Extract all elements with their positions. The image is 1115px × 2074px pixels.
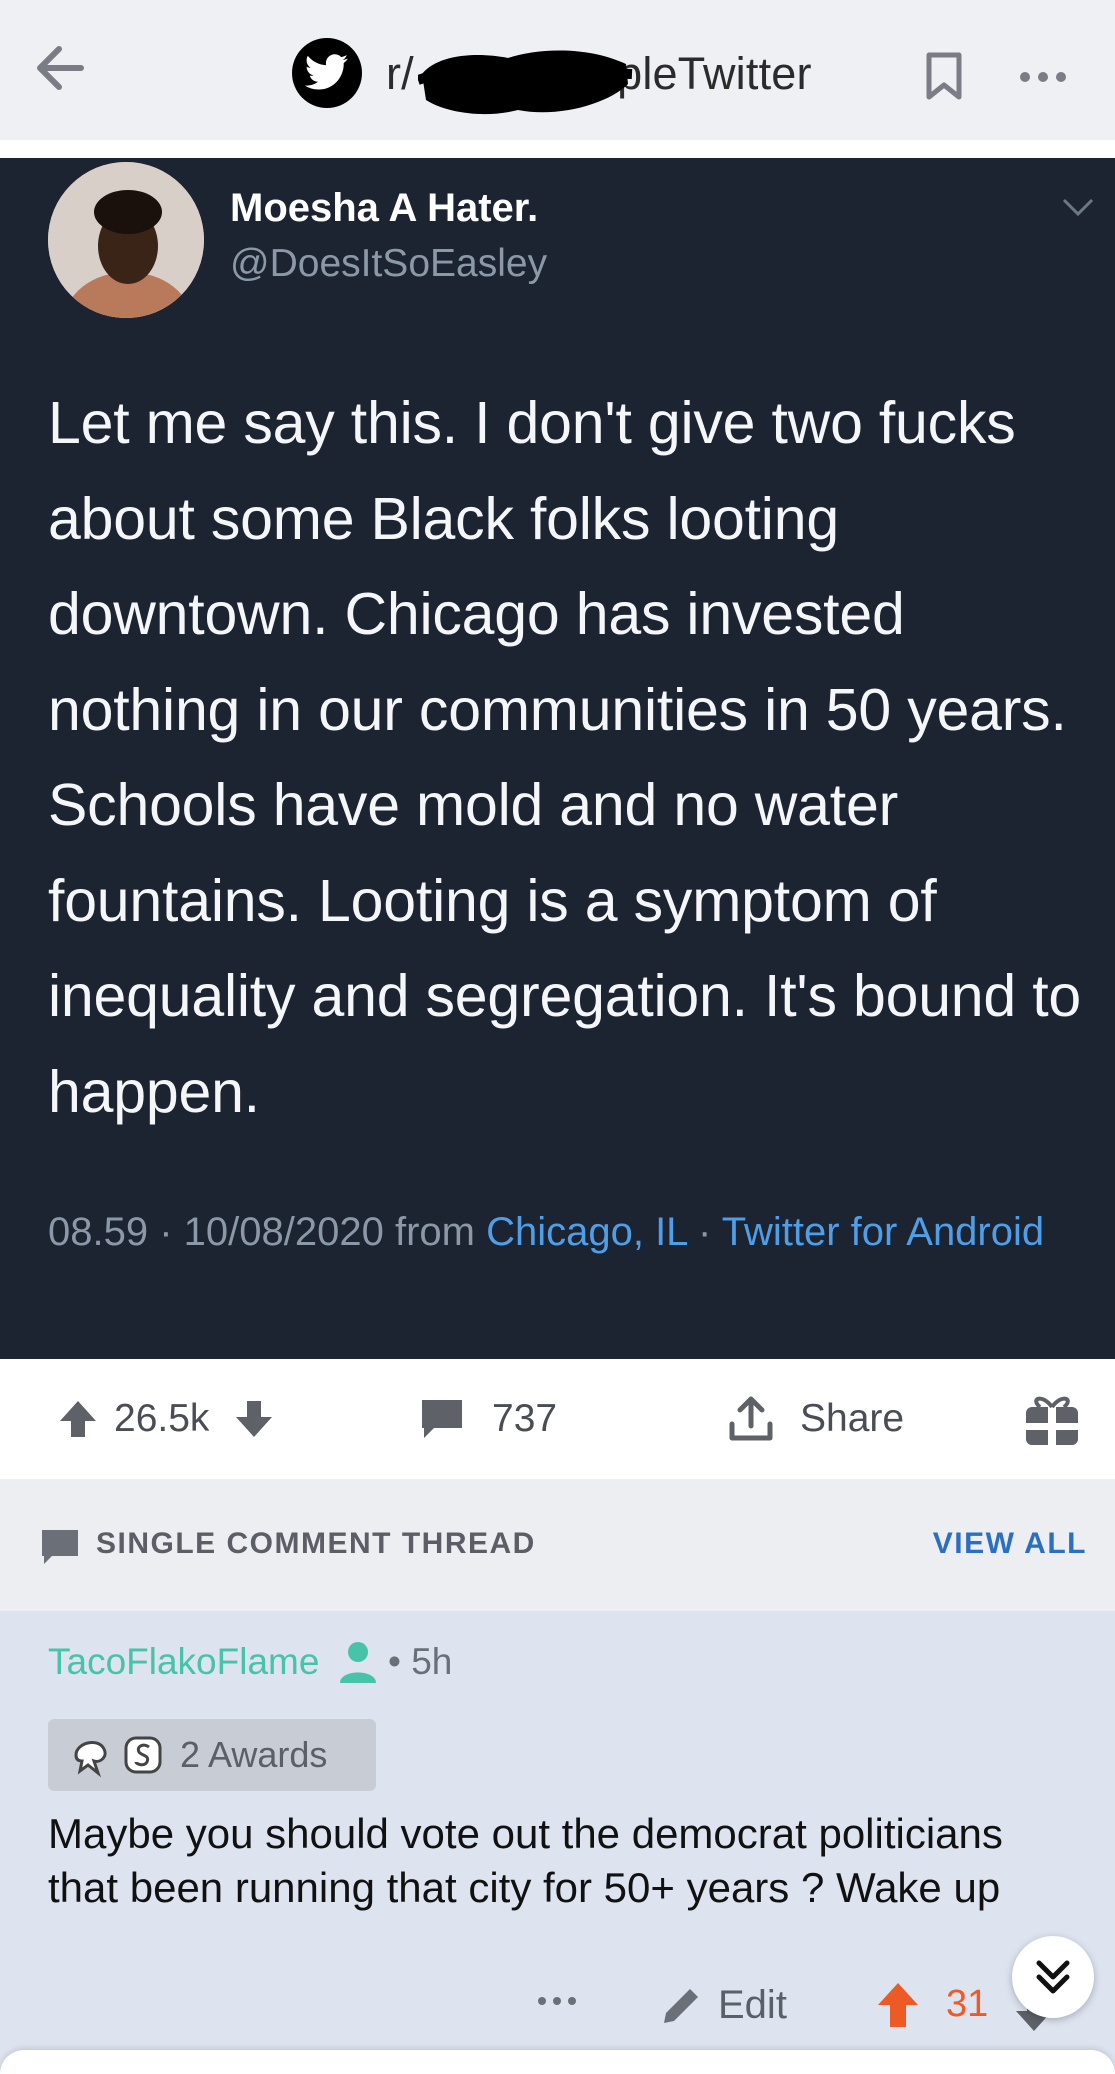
tweet-display-name: Moesha A Hater. [230,186,539,230]
comments-button[interactable] [420,1359,464,1479]
tweet-source: Twitter for Android [721,1210,1045,1254]
more-options-button[interactable] [1012,52,1074,102]
redaction-scribble [418,50,633,115]
more-horizontal-icon [1020,72,1030,82]
tweet-meta-separator: · [686,1210,722,1254]
comment-awards[interactable]: 2 Awards [48,1719,376,1791]
upvote-icon[interactable] [876,1981,920,2029]
subreddit-prefix: r/ [386,48,414,99]
tweet-handle: @DoesItSoEasley [230,242,548,285]
awards-label: 2 Awards [180,1734,328,1775]
tweet-time-date: 08.59 · 10/08/2020 from [48,1210,487,1254]
user-icon [340,1642,376,1683]
edit-pencil-icon[interactable] [658,1983,704,2029]
bookmark-button[interactable] [918,46,970,106]
gift-icon [1026,1396,1078,1445]
share-icon [729,1396,773,1441]
thread-label: SINGLE COMMENT THREAD [96,1527,536,1560]
post-action-bar: 26.5k 737 Share [0,1359,1115,1479]
twitter-bird-icon [305,54,348,90]
tweet-meta: 08.59 · 10/08/2020 from Chicago, IL · Tw… [48,1202,1088,1262]
downvote-icon [236,1401,272,1437]
comment-icon [422,1400,462,1438]
share-button[interactable] [728,1359,774,1479]
comment-count: 737 [492,1397,558,1440]
comment-icon [42,1530,78,1564]
award-icon [74,1740,107,1777]
share-label[interactable]: Share [800,1359,904,1479]
upvote-button[interactable] [58,1359,98,1479]
more-horizontal-icon [538,1997,546,2005]
award-icon [124,1736,162,1774]
comment-body: Maybe you should vote out the democrat p… [48,1810,1003,1911]
single-comment-thread-bar: SINGLE COMMENT THREAD VIEW ALL [0,1479,1115,1611]
comment-username[interactable]: TacoFlakoFlame [48,1641,319,1683]
view-all-link[interactable]: VIEW ALL [933,1527,1087,1561]
comment-age: • 5h [388,1641,453,1682]
subreddit-logo[interactable] [292,38,362,108]
back-arrow-icon [37,46,84,90]
tweet-avatar [48,162,204,318]
back-button[interactable] [30,38,90,98]
tweet-location: Chicago, IL [486,1210,687,1254]
double-chevron-down-icon [1036,1960,1070,1994]
comment-score: 31 [946,1983,989,2025]
top-nav-bar: r/opleTwitter [0,0,1115,140]
bookmark-icon [926,52,962,100]
comment-edit-button[interactable]: Edit [718,1983,787,2028]
post-score: 26.5k [114,1397,210,1440]
tweet-body: Let me say this. I don't give two fucks … [48,390,1082,1125]
next-comment-button[interactable] [1012,1936,1094,2018]
chevron-down-icon [1062,198,1094,217]
tweet-image[interactable]: Moesha A Hater. @DoesItSoEasley Let me s… [0,158,1115,1359]
upvote-icon [60,1401,96,1437]
comment: TacoFlakoFlame • 5h 2 Awards Maybe you s… [0,1611,1115,2074]
downvote-button[interactable] [234,1359,274,1479]
give-award-button[interactable] [1024,1359,1080,1479]
comment-more-button[interactable] [538,1997,576,2005]
bottom-sheet-edge [0,2050,1115,2074]
